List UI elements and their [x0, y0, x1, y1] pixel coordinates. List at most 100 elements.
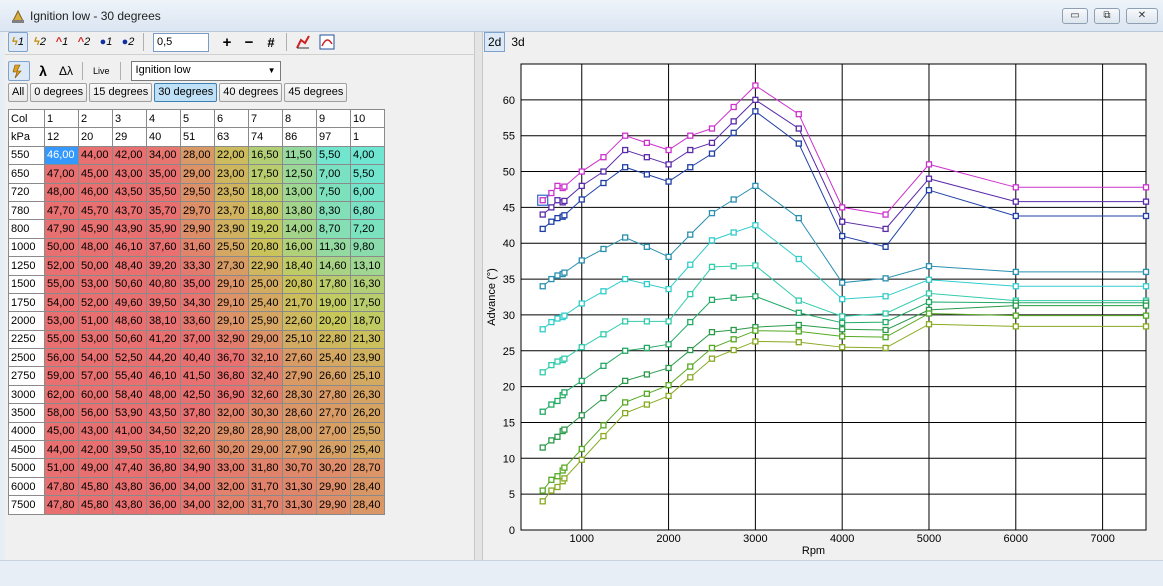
map-cell[interactable]: 36,80: [214, 366, 249, 386]
map-cell[interactable]: 34,00: [146, 145, 181, 166]
map-cell[interactable]: 7,20: [350, 219, 385, 239]
map-cell[interactable]: 36,90: [214, 384, 249, 405]
map-cell[interactable]: 22,60: [282, 311, 317, 331]
map-cell[interactable]: 37,60: [146, 237, 181, 258]
map-cell[interactable]: 37,80: [180, 403, 215, 423]
map-cell[interactable]: 19,00: [316, 292, 351, 313]
map-cell[interactable]: 34,30: [180, 292, 215, 313]
map-cell[interactable]: 32,60: [180, 440, 215, 460]
map-cell[interactable]: 28,30: [282, 384, 317, 405]
map-cell[interactable]: 17,50: [248, 164, 283, 184]
map-cell[interactable]: 32,10: [248, 348, 283, 368]
map-cell[interactable]: 28,60: [282, 403, 317, 423]
map-cell[interactable]: 43,80: [112, 495, 147, 515]
map-cell[interactable]: 45,90: [78, 219, 113, 239]
map-cell[interactable]: 29,00: [248, 329, 283, 350]
map-cell[interactable]: 17,50: [350, 292, 385, 313]
map-cell[interactable]: 32,00: [214, 403, 249, 423]
map-cell[interactable]: 23,00: [214, 164, 249, 184]
map-select[interactable]: Ignition low ▼: [130, 61, 281, 81]
map-cell[interactable]: 22,00: [214, 145, 249, 166]
map-cell[interactable]: 16,50: [248, 145, 283, 166]
map-cell[interactable]: 25,10: [282, 329, 317, 350]
map-cell[interactable]: 54,00: [44, 292, 79, 313]
map-cell[interactable]: 41,20: [146, 329, 181, 350]
map-cell[interactable]: 18,80: [248, 200, 283, 221]
map-cell[interactable]: 45,00: [78, 164, 113, 184]
tab-40-degrees[interactable]: 40 degrees: [219, 83, 283, 102]
map-cell[interactable]: 13,80: [282, 200, 317, 221]
map-cell[interactable]: 32,20: [180, 421, 215, 442]
map-cell[interactable]: 43,00: [112, 164, 147, 184]
map-cell[interactable]: 32,60: [248, 384, 283, 405]
map-cell[interactable]: 41,00: [112, 421, 147, 442]
blue-2-button[interactable]: ● 2: [118, 32, 138, 52]
map-cell[interactable]: 25,40: [248, 292, 283, 313]
map-cell[interactable]: 42,00: [78, 440, 113, 460]
map-cell[interactable]: 5,50: [350, 164, 385, 184]
map-cell[interactable]: 8,70: [316, 219, 351, 239]
map-cell[interactable]: 21,30: [350, 329, 385, 350]
map-cell[interactable]: 31,30: [282, 476, 317, 497]
map-cell[interactable]: 29,90: [316, 476, 351, 497]
map-cell[interactable]: 45,70: [78, 200, 113, 221]
map-cell[interactable]: 45,00: [44, 421, 79, 442]
map-cell[interactable]: 44,00: [78, 145, 113, 166]
spark-mode-button[interactable]: [8, 61, 30, 81]
map-cell[interactable]: 25,50: [350, 421, 385, 442]
map-cell[interactable]: 27,30: [214, 256, 249, 276]
grid-button[interactable]: #: [261, 32, 281, 52]
map-cell[interactable]: 30,70: [282, 458, 317, 478]
map-cell[interactable]: 60,00: [78, 384, 113, 405]
map-cell[interactable]: 27,90: [282, 366, 317, 386]
map-cell[interactable]: 45,80: [78, 476, 113, 497]
map-cell[interactable]: 35,00: [180, 274, 215, 294]
map-cell[interactable]: 40,40: [180, 348, 215, 368]
map-cell[interactable]: 27,60: [282, 348, 317, 368]
map-cell[interactable]: 29,10: [214, 311, 249, 331]
map-cell[interactable]: 47,70: [44, 200, 79, 221]
decrease-button[interactable]: −: [239, 32, 259, 52]
map-cell[interactable]: 32,00: [214, 476, 249, 497]
map-cell[interactable]: 43,90: [112, 219, 147, 239]
map-cell[interactable]: 25,40: [350, 440, 385, 460]
map-cell[interactable]: 51,00: [78, 311, 113, 331]
map-cell[interactable]: 25,10: [350, 366, 385, 386]
map-cell[interactable]: 43,80: [112, 476, 147, 497]
map-cell[interactable]: 43,70: [112, 200, 147, 221]
map-cell[interactable]: 50,60: [112, 274, 147, 294]
map-cell[interactable]: 33,00: [214, 458, 249, 478]
map-cell[interactable]: 35,00: [146, 164, 181, 184]
map-cell[interactable]: 26,30: [350, 384, 385, 405]
map-cell[interactable]: 47,00: [44, 164, 79, 184]
map-cell[interactable]: 32,00: [214, 495, 249, 515]
map-cell[interactable]: 28,40: [350, 476, 385, 497]
map-cell[interactable]: 34,90: [180, 458, 215, 478]
map-cell[interactable]: 32,90: [214, 329, 249, 350]
map-cell[interactable]: 30,30: [248, 403, 283, 423]
map-cell[interactable]: 52,50: [112, 348, 147, 368]
map-cell[interactable]: 30,20: [316, 458, 351, 478]
map-cell[interactable]: 39,50: [112, 440, 147, 460]
live-toggle[interactable]: Live: [93, 66, 110, 76]
map-cell[interactable]: 40,80: [146, 274, 181, 294]
map-cell[interactable]: 9,80: [350, 237, 385, 258]
close-button[interactable]: ✕: [1126, 8, 1158, 24]
map-cell[interactable]: 8,30: [316, 200, 351, 221]
spark-1-button[interactable]: ϟ1: [8, 32, 28, 52]
map-cell[interactable]: 57,00: [78, 366, 113, 386]
map-cell[interactable]: 53,90: [112, 403, 147, 423]
map-cell[interactable]: 47,80: [44, 476, 79, 497]
map-cell[interactable]: 42,50: [180, 384, 215, 405]
map-cell[interactable]: 43,50: [112, 182, 147, 202]
map-cell[interactable]: 29,00: [248, 440, 283, 460]
map-cell[interactable]: 46,10: [146, 366, 181, 386]
map-cell[interactable]: 55,00: [44, 329, 79, 350]
curve-button[interactable]: [316, 32, 338, 52]
tab-30-degrees[interactable]: 30 degrees: [154, 83, 218, 102]
map-cell[interactable]: 43,00: [78, 421, 113, 442]
map-cell[interactable]: 6,80: [350, 200, 385, 221]
map-cell[interactable]: 36,00: [146, 495, 181, 515]
map-cell[interactable]: 48,60: [112, 311, 147, 331]
map-cell[interactable]: 27,80: [316, 384, 351, 405]
